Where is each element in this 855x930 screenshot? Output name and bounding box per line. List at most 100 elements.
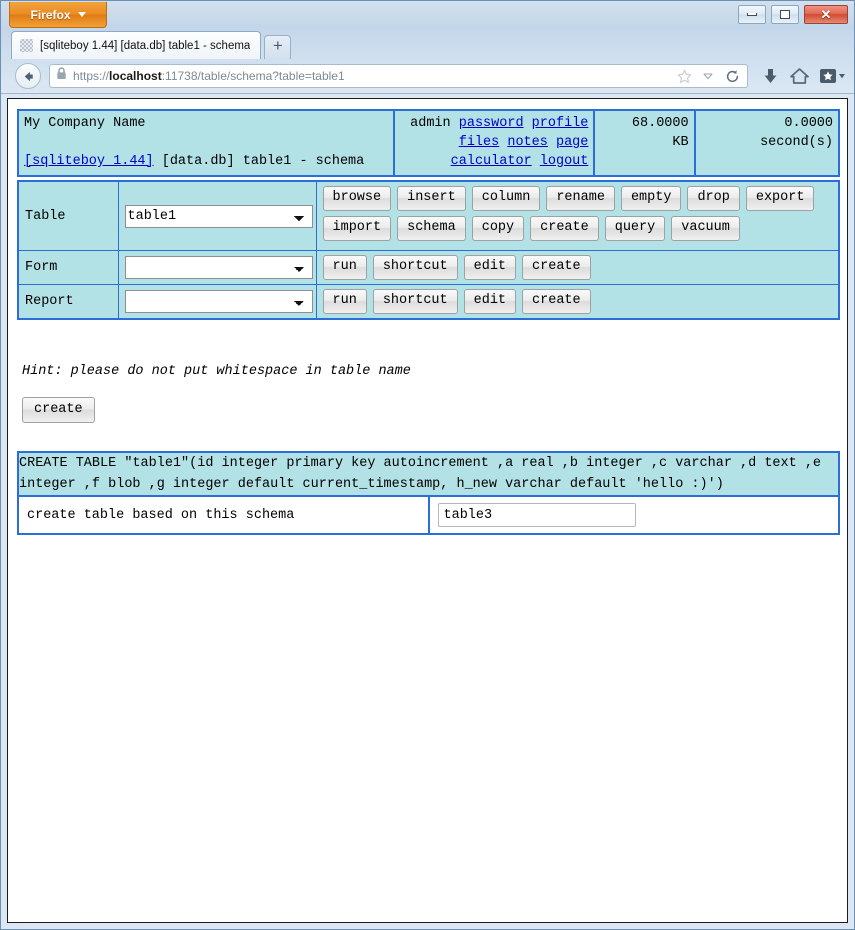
back-arrow-icon — [24, 71, 33, 81]
bookmark-star-icon[interactable] — [674, 65, 694, 87]
form-buttons-cell: run shortcut edit create — [315, 250, 840, 285]
controls-table: Table table1 browse insert column rename… — [17, 180, 840, 320]
link-password[interactable]: password — [459, 116, 524, 131]
minimize-button[interactable] — [738, 5, 766, 24]
create-table-button[interactable]: create — [22, 397, 95, 423]
urlbar-actions — [674, 65, 742, 87]
header-identity-cell: My Company Name [sqliteboy 1.44] [data.d… — [18, 110, 394, 176]
account-user-label: admin — [410, 116, 451, 131]
form-select[interactable] — [124, 256, 313, 279]
sqliteboy-page: My Company Name [sqliteboy 1.44] [data.d… — [8, 99, 847, 535]
create-table-button-wrap: create — [22, 397, 847, 423]
link-calculator[interactable]: calculator — [451, 154, 532, 169]
page-header-table: My Company Name [sqliteboy 1.44] [data.d… — [17, 109, 840, 177]
chevron-down-icon[interactable] — [698, 65, 718, 87]
report-controls-row: Report run shortcut edit create — [17, 284, 840, 320]
window-controls: ✕ — [738, 5, 848, 24]
schema-sql-row: CREATE TABLE "table1"(id integer primary… — [18, 452, 839, 496]
bookmarks-menu-icon[interactable] — [818, 65, 846, 87]
rename-button[interactable]: rename — [546, 186, 615, 211]
report-buttons-group: run shortcut edit create — [322, 289, 823, 319]
link-files[interactable]: files — [459, 135, 500, 150]
firefox-menu-label: Firefox — [30, 7, 71, 22]
url-text: https://localhost:11738/table/schema?tab… — [73, 69, 345, 83]
table-buttons-group: browse insert column rename empty drop e… — [322, 186, 823, 246]
app-context-text: [data.db] table1 - schema — [153, 154, 365, 169]
browser-window: Firefox ✕ [sqliteboy 1.44] [data.db] tab… — [0, 0, 855, 930]
downloads-icon[interactable] — [760, 65, 780, 87]
report-shortcut-button[interactable]: shortcut — [372, 289, 458, 314]
header-account-links-cell: admin password profile files notes page … — [392, 110, 595, 176]
link-logout[interactable]: logout — [540, 154, 589, 169]
hint-text: Hint: please do not put whitespace in ta… — [22, 364, 411, 379]
navigation-toolbar: https://localhost:11738/table/schema?tab… — [1, 59, 854, 94]
reload-icon[interactable] — [722, 65, 742, 87]
app-context-line: [sqliteboy 1.44] [data.db] table1 - sche… — [24, 152, 388, 171]
copy-button[interactable]: copy — [471, 216, 525, 241]
firefox-menu-button[interactable]: Firefox — [9, 2, 107, 28]
empty-button[interactable]: empty — [620, 186, 682, 211]
form-shortcut-button[interactable]: shortcut — [372, 255, 458, 280]
page-viewport: My Company Name [sqliteboy 1.44] [data.d… — [7, 98, 848, 923]
report-select-cell — [117, 284, 317, 320]
form-controls-row: Form run shortcut edit create — [17, 250, 840, 285]
close-icon: ✕ — [820, 7, 832, 22]
tab-sqliteboy-schema[interactable]: [sqliteboy 1.44] [data.db] table1 - sche… — [11, 31, 262, 59]
form-run-button[interactable]: run — [322, 255, 367, 280]
report-select[interactable] — [124, 290, 313, 313]
table-select[interactable]: table1 — [124, 204, 313, 228]
query-button[interactable]: query — [604, 216, 666, 241]
report-edit-button[interactable]: edit — [463, 289, 517, 314]
db-size-unit: KB — [672, 135, 689, 150]
report-run-button[interactable]: run — [322, 289, 367, 314]
table-controls-row: Table table1 browse insert column rename… — [17, 180, 840, 251]
schema-sql-cell: CREATE TABLE "table1"(id integer primary… — [18, 452, 839, 496]
favicon-icon — [20, 39, 33, 52]
maximize-button[interactable] — [771, 5, 799, 24]
vacuum-button[interactable]: vacuum — [671, 216, 740, 241]
tab-strip: [sqliteboy 1.44] [data.db] table1 - sche… — [1, 29, 854, 59]
close-button[interactable]: ✕ — [804, 5, 848, 24]
home-icon[interactable] — [789, 65, 809, 87]
db-size-value: 68.0000 — [631, 116, 689, 131]
link-page[interactable]: page — [556, 135, 588, 150]
form-edit-button[interactable]: edit — [463, 255, 517, 280]
url-bar[interactable]: https://localhost:11738/table/schema?tab… — [49, 64, 748, 88]
report-create-button[interactable]: create — [522, 289, 591, 314]
chevron-down-icon — [77, 12, 86, 17]
schema-footer-row: create table based on this schema — [18, 495, 839, 534]
tab-title: [sqliteboy 1.44] [data.db] table1 - sche… — [40, 39, 251, 52]
toolbar-icons — [756, 65, 846, 87]
browse-button[interactable]: browse — [322, 186, 392, 211]
back-button[interactable] — [15, 63, 41, 89]
export-button[interactable]: export — [745, 186, 815, 211]
schema-panel: CREATE TABLE "table1"(id integer primary… — [17, 451, 840, 535]
maximize-icon — [780, 10, 790, 19]
link-profile[interactable]: profile — [532, 116, 589, 131]
import-button[interactable]: import — [322, 216, 392, 241]
create-from-schema-label: create table based on this schema — [18, 495, 430, 534]
sqliteboy-version-link[interactable]: [sqliteboy 1.44] — [24, 154, 154, 169]
drop-button[interactable]: drop — [687, 186, 740, 211]
report-row-label: Report — [17, 284, 119, 320]
schema-button[interactable]: schema — [397, 216, 466, 241]
table-buttons-cell: browse insert column rename empty drop e… — [315, 180, 840, 251]
table-select-cell: table1 — [117, 180, 317, 251]
column-button[interactable]: column — [471, 186, 541, 211]
new-table-name-input[interactable] — [437, 503, 636, 527]
form-row-label: Form — [17, 250, 119, 285]
insert-button[interactable]: insert — [397, 186, 466, 211]
title-bar: Firefox ✕ — [1, 1, 854, 29]
header-spacer — [24, 135, 32, 150]
table-row-label: Table — [17, 180, 119, 251]
company-name: My Company Name — [24, 116, 146, 131]
create-button[interactable]: create — [530, 216, 599, 241]
exec-time-unit: second(s) — [760, 135, 833, 150]
form-create-button[interactable]: create — [522, 255, 591, 280]
header-db-size-cell: 68.0000 KB — [593, 110, 695, 176]
new-tab-button[interactable]: + — [264, 35, 292, 59]
schema-sql-text: CREATE TABLE "table1"(id integer primary… — [19, 456, 830, 492]
report-buttons-cell: run shortcut edit create — [315, 284, 840, 320]
create-from-schema-input-cell — [428, 495, 839, 534]
link-notes[interactable]: notes — [507, 135, 548, 150]
